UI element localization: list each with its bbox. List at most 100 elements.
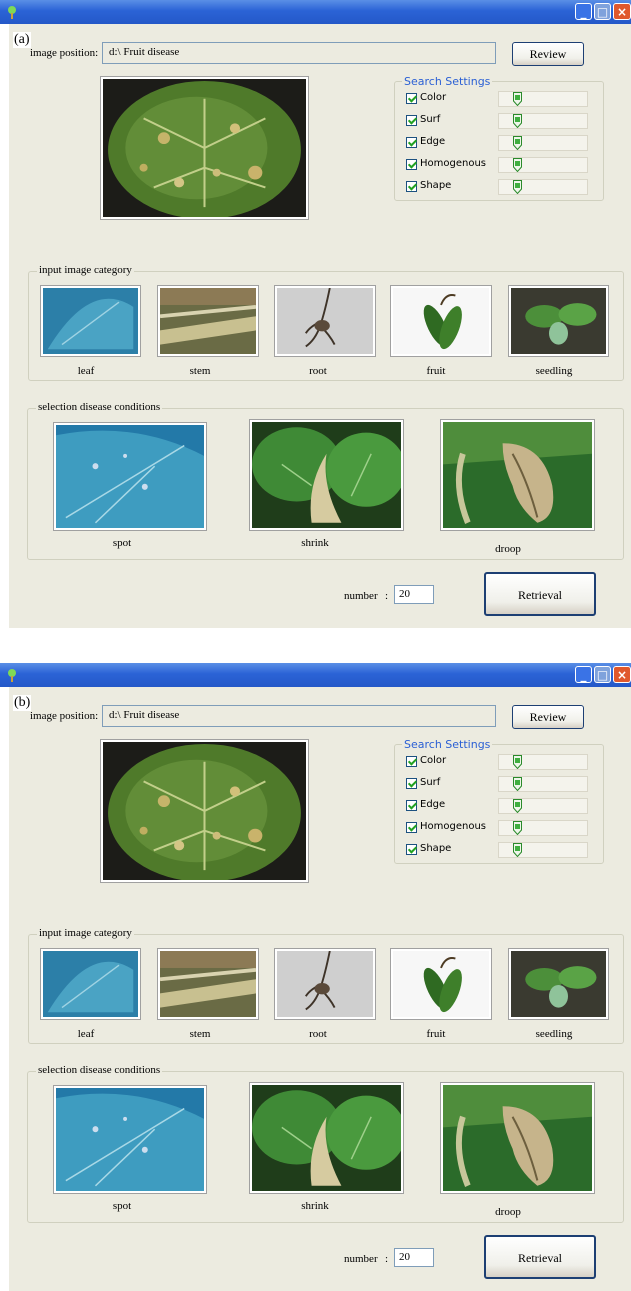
search-weight-slider[interactable] [498, 754, 588, 770]
search-option-shape[interactable]: Shape [406, 179, 496, 195]
search-weight-slider[interactable] [498, 91, 588, 107]
category-stem-label: stem [189, 1028, 211, 1040]
number-input[interactable]: 20 [394, 1248, 434, 1267]
slider-thumb-icon[interactable] [513, 114, 522, 128]
search-option-label: Shape [420, 180, 452, 191]
category-leaf-thumbnail[interactable] [40, 948, 141, 1020]
checkbox-icon[interactable] [406, 822, 417, 833]
search-option-label: Surf [420, 114, 441, 125]
checkbox-icon[interactable] [406, 137, 417, 148]
title-bar[interactable]: _ □ × [0, 663, 631, 687]
disease-spot-thumbnail[interactable] [53, 422, 207, 531]
slider-thumb-icon[interactable] [513, 136, 522, 150]
panel-label: (a) [13, 32, 31, 48]
checkbox-icon[interactable] [406, 756, 417, 767]
slider-thumb-icon[interactable] [513, 799, 522, 813]
image-position-field[interactable]: d:\ Fruit disease [102, 705, 496, 727]
maximize-button[interactable]: □ [594, 666, 611, 683]
checkbox-icon[interactable] [406, 778, 417, 789]
disease-droop-label: droop [495, 543, 521, 555]
search-option-surf[interactable]: Surf [406, 113, 496, 129]
category-root-thumbnail[interactable] [274, 948, 376, 1020]
search-weight-slider[interactable] [498, 842, 588, 858]
search-option-label: Homogenous [420, 158, 487, 169]
category-stem-thumbnail[interactable] [157, 285, 259, 357]
search-settings-title: Search Settings [402, 738, 493, 751]
slider-thumb-icon[interactable] [513, 180, 522, 194]
category-leaf-label: leaf [77, 1028, 95, 1040]
category-seedling-thumbnail[interactable] [508, 285, 609, 357]
slider-thumb-icon[interactable] [513, 92, 522, 106]
input-category-title: input image category [37, 927, 134, 939]
search-option-homogenous[interactable]: Homogenous [406, 820, 496, 836]
category-fruit-thumbnail[interactable] [390, 285, 492, 357]
number-colon: : [385, 590, 389, 602]
category-seedling-label: seedling [535, 1028, 573, 1040]
app-window-b: _ □ × (b) image position: d:\ Fruit dise… [0, 663, 631, 1291]
search-option-surf[interactable]: Surf [406, 776, 496, 792]
app-icon [8, 669, 16, 682]
category-leaf-label: leaf [77, 365, 95, 377]
disease-shrink-thumbnail[interactable] [249, 1082, 404, 1194]
retrieval-button[interactable]: Retrieval [484, 1235, 596, 1279]
disease-shrink-thumbnail[interactable] [249, 419, 404, 531]
minimize-button[interactable]: _ [575, 666, 592, 683]
checkbox-icon[interactable] [406, 181, 417, 192]
checkbox-icon[interactable] [406, 844, 417, 855]
search-weight-slider[interactable] [498, 820, 588, 836]
slider-thumb-icon[interactable] [513, 777, 522, 791]
search-weight-slider[interactable] [498, 776, 588, 792]
search-option-edge[interactable]: Edge [406, 135, 496, 151]
disease-droop-thumbnail[interactable] [440, 1082, 595, 1194]
number-label: number [344, 1253, 378, 1265]
disease-shrink-label: shrink [301, 1200, 329, 1212]
search-option-color[interactable]: Color [406, 754, 496, 770]
image-position-field[interactable]: d:\ Fruit disease [102, 42, 496, 64]
search-weight-slider[interactable] [498, 179, 588, 195]
disease-spot-label: spot [112, 1200, 132, 1212]
checkbox-icon[interactable] [406, 159, 417, 170]
slider-thumb-icon[interactable] [513, 821, 522, 835]
category-fruit-thumbnail[interactable] [390, 948, 492, 1020]
disease-title: selection disease conditions [36, 401, 163, 413]
category-stem-label: stem [189, 365, 211, 377]
category-root-thumbnail[interactable] [274, 285, 376, 357]
slider-thumb-icon[interactable] [513, 158, 522, 172]
title-bar[interactable]: _ □ × [0, 0, 631, 24]
browse-button[interactable]: Review [512, 42, 584, 66]
slider-thumb-icon[interactable] [513, 755, 522, 769]
category-stem-thumbnail[interactable] [157, 948, 259, 1020]
search-option-label: Homogenous [420, 821, 487, 832]
retrieval-button[interactable]: Retrieval [484, 572, 596, 616]
checkbox-icon[interactable] [406, 800, 417, 811]
panel-label: (b) [13, 695, 32, 711]
search-weight-slider[interactable] [498, 157, 588, 173]
checkbox-icon[interactable] [406, 115, 417, 126]
disease-shrink-label: shrink [301, 537, 329, 549]
search-option-color[interactable]: Color [406, 91, 496, 107]
search-weight-slider[interactable] [498, 135, 588, 151]
browse-button[interactable]: Review [512, 705, 584, 729]
search-weight-slider[interactable] [498, 113, 588, 129]
search-option-homogenous[interactable]: Homogenous [406, 157, 496, 173]
minimize-button[interactable]: _ [575, 3, 592, 20]
category-seedling-thumbnail[interactable] [508, 948, 609, 1020]
disease-title: selection disease conditions [36, 1064, 163, 1076]
number-input[interactable]: 20 [394, 585, 434, 604]
maximize-button[interactable]: □ [594, 3, 611, 20]
category-leaf-thumbnail[interactable] [40, 285, 141, 357]
number-colon: : [385, 1253, 389, 1265]
search-option-shape[interactable]: Shape [406, 842, 496, 858]
close-button[interactable]: × [613, 3, 631, 20]
search-option-edge[interactable]: Edge [406, 798, 496, 814]
query-image-preview [100, 76, 309, 220]
slider-thumb-icon[interactable] [513, 843, 522, 857]
input-category-title: input image category [37, 264, 134, 276]
close-button[interactable]: × [613, 666, 631, 683]
image-position-label: image position: [30, 710, 99, 722]
checkbox-icon[interactable] [406, 93, 417, 104]
disease-spot-thumbnail[interactable] [53, 1085, 207, 1194]
disease-droop-thumbnail[interactable] [440, 419, 595, 531]
search-weight-slider[interactable] [498, 798, 588, 814]
category-fruit-label: fruit [426, 1028, 446, 1040]
